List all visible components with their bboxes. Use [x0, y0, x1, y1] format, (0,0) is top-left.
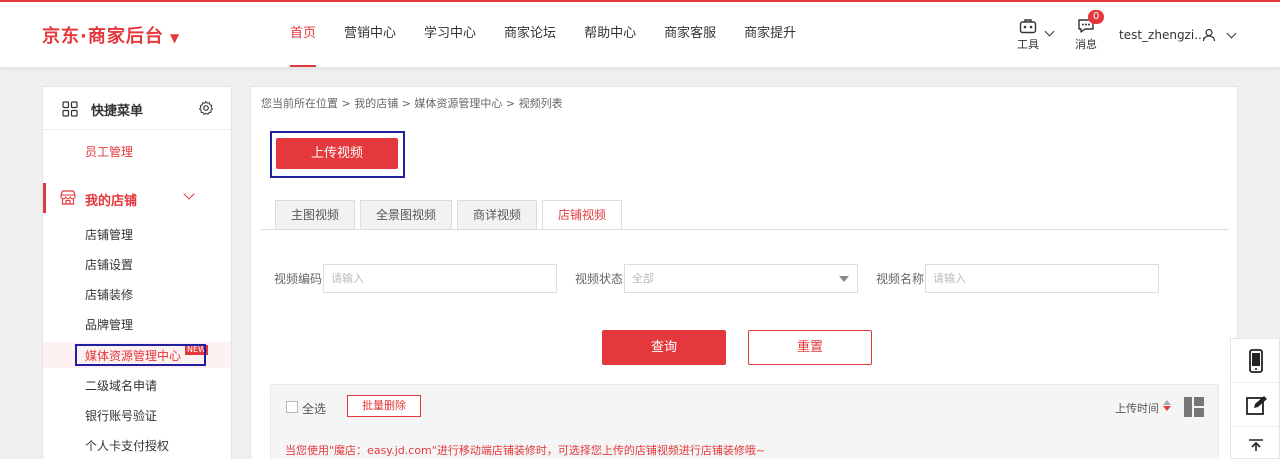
video-status-value: 全部 — [632, 272, 654, 285]
tab-store-video[interactable]: 店铺视频 — [542, 200, 623, 230]
video-list-toolbar: 全选 批量删除 上传时间 当您使用"魔店：easy.jd.com"进行移动端店铺… — [270, 384, 1219, 459]
video-status-label: 视频状态 — [575, 272, 624, 286]
grid-menu-icon — [62, 101, 78, 117]
sidebar-item-card-auth[interactable]: 个人卡支付授权 — [85, 437, 169, 454]
tools-label: 工具 — [1017, 38, 1039, 51]
quick-menu-header: 快捷菜单 — [43, 87, 231, 130]
dropdown-caret-icon — [839, 276, 849, 282]
floating-toolbar — [1230, 338, 1280, 459]
sidebar-section-label: 我的店铺 — [85, 194, 138, 209]
feedback-button[interactable] — [1231, 383, 1279, 427]
section-chevron-down-icon — [183, 188, 195, 200]
upload-highlight-box — [270, 131, 405, 178]
sidebar-item-store-management[interactable]: 店铺管理 — [85, 226, 133, 243]
logo-dropdown-caret-icon[interactable]: ▼ — [170, 31, 180, 45]
mobile-phone-icon — [1249, 349, 1263, 373]
user-icon[interactable] — [1202, 28, 1216, 42]
logo-text: 京东·商家后台 — [42, 26, 164, 47]
brand-logo[interactable]: 京东·商家后台 ▼ — [42, 22, 180, 48]
nav-item-service[interactable]: 商家客服 — [650, 2, 730, 67]
user-chevron-down-icon[interactable] — [1226, 28, 1237, 39]
video-status-select[interactable]: 全部 — [624, 264, 858, 293]
select-all-label[interactable]: 全选 — [302, 400, 326, 417]
messages-label: 消息 — [1075, 38, 1097, 51]
tab-panorama-video[interactable]: 全景图视频 — [360, 200, 453, 230]
tab-main-video[interactable]: 主图视频 — [275, 200, 356, 230]
username[interactable]: test_zhengzi... — [1119, 28, 1206, 42]
gear-icon[interactable] — [198, 100, 214, 116]
sidebar-item-store-settings[interactable]: 店铺设置 — [85, 256, 133, 273]
batch-delete-button[interactable]: 批量删除 — [347, 395, 421, 417]
video-name-input[interactable]: 请输入 — [925, 264, 1159, 293]
quick-menu-title: 快捷菜单 — [91, 104, 144, 119]
nav-item-learning[interactable]: 学习中心 — [410, 2, 490, 67]
top-nav-bar: 京东·商家后台 ▼ 首页 营销中心 学习中心 商家论坛 帮助中心 商家客服 商家提… — [0, 0, 1280, 67]
sidebar-item-store-decoration[interactable]: 店铺装修 — [85, 286, 133, 303]
store-icon — [60, 190, 76, 205]
sidebar-item-brand-management[interactable]: 品牌管理 — [85, 316, 133, 333]
sidebar-item-staff[interactable]: 员工管理 — [85, 143, 133, 160]
toolbox-icon — [1019, 19, 1037, 34]
messages-button[interactable]: 消息 0 — [1075, 10, 1105, 52]
media-center-highlight-box — [75, 344, 206, 366]
sort-by-upload-time[interactable]: 上传时间 — [1115, 400, 1159, 416]
select-all-checkbox[interactable] — [286, 401, 298, 413]
tools-button[interactable]: 工具 — [1017, 18, 1039, 52]
video-code-input[interactable]: 请输入 — [323, 264, 557, 293]
main-panel: 您当前所在位置 > 我的店铺 > 媒体资源管理中心 > 视频列表 上传视频 主图… — [250, 86, 1238, 459]
nav-item-marketing[interactable]: 营销中心 — [330, 2, 410, 67]
query-button[interactable]: 查询 — [602, 330, 726, 365]
nav-item-improve[interactable]: 商家提升 — [730, 2, 810, 67]
nav-item-home[interactable]: 首页 — [276, 2, 330, 67]
video-name-label: 视频名称 — [876, 272, 925, 286]
back-to-top-button[interactable] — [1231, 427, 1279, 459]
nav-item-forum[interactable]: 商家论坛 — [490, 2, 570, 67]
arrow-up-icon — [1249, 439, 1263, 451]
reset-button[interactable]: 重置 — [748, 330, 872, 365]
mobile-view-button[interactable] — [1231, 339, 1279, 383]
sidebar-item-bank-verify[interactable]: 银行账号验证 — [85, 407, 157, 424]
sidebar: 快捷菜单 员工管理 我的店铺 店铺管理 店铺设置 店铺装修 品牌管理 媒体资源管… — [42, 86, 232, 459]
sidebar-section-my-store[interactable]: 我的店铺 — [43, 183, 231, 213]
video-code-label: 视频编码 — [274, 272, 323, 286]
nav-item-help[interactable]: 帮助中心 — [570, 2, 650, 67]
sidebar-item-subdomain[interactable]: 二级域名申请 — [85, 377, 157, 394]
grid-view-icon[interactable] — [1184, 397, 1204, 417]
store-video-notice: 当您使用"魔店：easy.jd.com"进行移动端店铺装修时，可选择您上传的店铺… — [285, 444, 766, 457]
tab-detail-video[interactable]: 商详视频 — [457, 200, 538, 230]
edit-icon — [1246, 396, 1267, 415]
video-type-tabs: 主图视频 全景图视频 商详视频 店铺视频 — [275, 200, 627, 230]
tabs-divider — [261, 229, 1229, 230]
main-nav: 首页 营销中心 学习中心 商家论坛 帮助中心 商家客服 商家提升 — [276, 2, 810, 67]
messages-count-badge: 0 — [1088, 10, 1105, 24]
sort-arrows-icon[interactable] — [1163, 400, 1171, 412]
breadcrumb: 您当前所在位置 > 我的店铺 > 媒体资源管理中心 > 视频列表 — [261, 97, 563, 110]
tools-chevron-down-icon[interactable] — [1044, 26, 1055, 37]
